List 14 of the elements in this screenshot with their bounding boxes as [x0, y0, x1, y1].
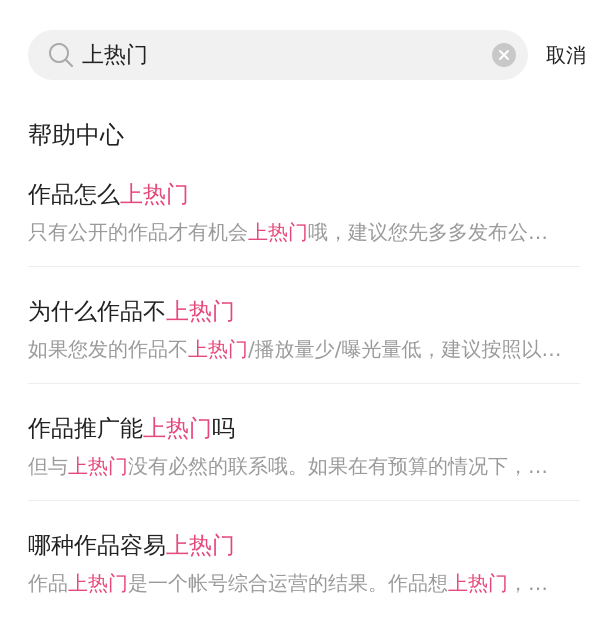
result-title[interactable]: 哪种作品容易上热门 [28, 531, 235, 561]
cancel-button[interactable]: 取消 [546, 42, 586, 68]
search-text: 上热门 [82, 42, 148, 70]
clear-icon[interactable] [492, 43, 516, 67]
search-field[interactable]: 上热门 [28, 30, 528, 80]
result-title[interactable]: 为什么作品不上热门 [28, 297, 235, 327]
result-snippet: 如果您发的作品不上热门/播放量少/曝光量低，建议按照以… [28, 336, 562, 363]
result-title[interactable]: 作品推广能上热门吗 [28, 414, 235, 444]
result-snippet: 作品上热门是一个帐号综合运营的结果。作品想上热门，… [28, 570, 548, 597]
result-title[interactable]: 作品怎么上热门 [28, 180, 189, 210]
result-snippet: 只有公开的作品才有机会上热门哦，建议您先多多发布公… [28, 219, 548, 246]
result-snippet: 但与上热门没有必然的联系哦。如果在有预算的情况下，… [28, 453, 548, 480]
search-icon [48, 42, 74, 68]
section-title: 帮助中心 [28, 120, 124, 150]
